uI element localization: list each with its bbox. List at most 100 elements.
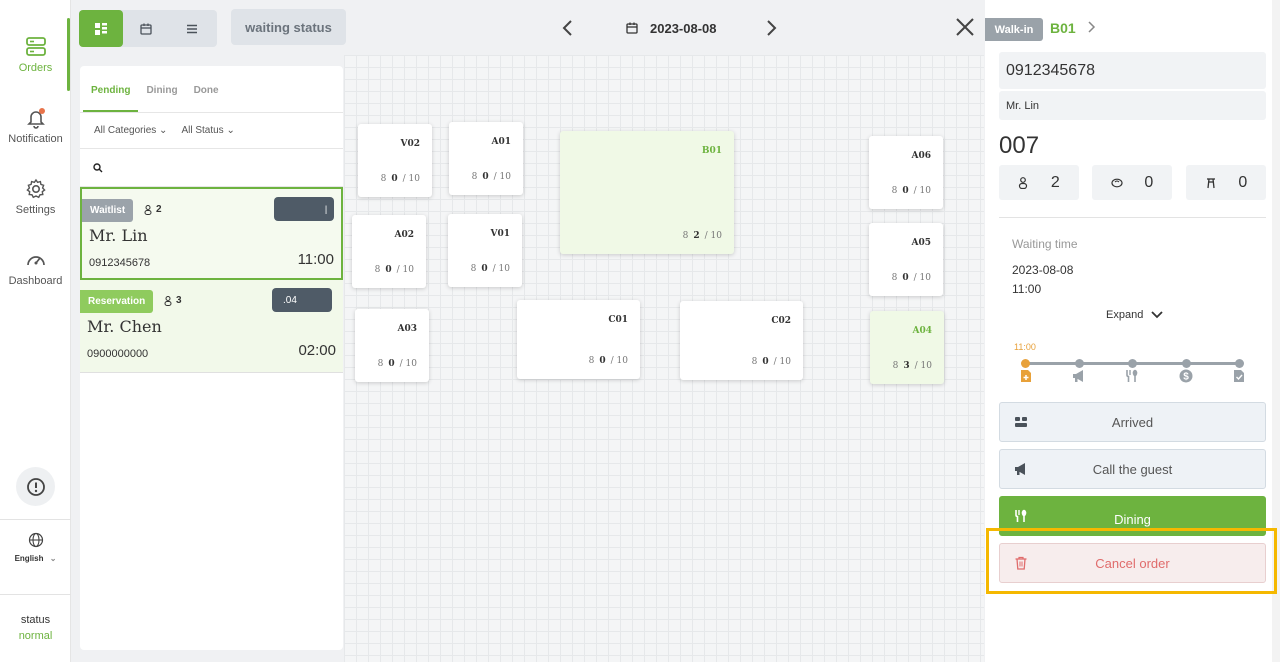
- waiting-time-label: Waiting time: [1012, 237, 1078, 251]
- list-view-button[interactable]: [169, 10, 215, 47]
- table-card[interactable]: V02 8 0 / 10: [358, 124, 432, 197]
- high-chair-counter[interactable]: 0: [1186, 165, 1266, 200]
- cancel-order-highlight: [986, 528, 1277, 594]
- timeline-dot: [1128, 359, 1137, 368]
- order-card[interactable]: Waitlist 2 | Mr. Lin 0912345678 11:00: [80, 187, 343, 280]
- order-status-pill[interactable]: .04: [272, 288, 332, 312]
- floor-view-button[interactable]: [79, 10, 123, 47]
- tab-done[interactable]: Done: [186, 85, 227, 112]
- table-card[interactable]: C02 8 0 / 10: [680, 301, 803, 380]
- calendar-icon: [626, 22, 638, 34]
- calendar-view-button[interactable]: [123, 10, 169, 47]
- phone-field[interactable]: 0912345678: [999, 52, 1266, 89]
- order-list-panel: Pending Dining Done All Categories ⌄ All…: [80, 66, 343, 650]
- arrived-label: Arrived: [1111, 414, 1154, 430]
- alert-button[interactable]: [16, 467, 55, 506]
- chevron-down-icon: ⌄: [49, 554, 57, 563]
- nav-item-settings[interactable]: Settings: [0, 178, 71, 216]
- alert-circle-icon: [26, 477, 45, 496]
- side-nav: Orders Notification Settings Dashboard E…: [0, 0, 71, 662]
- customer-phone: 0900000000: [87, 348, 149, 360]
- gauge-icon: [26, 256, 45, 266]
- status-filter[interactable]: All Status ⌄: [181, 125, 234, 136]
- nav-divider: [0, 594, 71, 595]
- table-card[interactable]: V01 8 0 / 10: [448, 214, 522, 287]
- chevron-left-icon[interactable]: [560, 18, 576, 38]
- table-card[interactable]: A06 8 0 / 10: [869, 136, 943, 209]
- order-time: 02:00: [298, 342, 336, 359]
- call-guest-button[interactable]: Call the guest: [999, 449, 1266, 489]
- timeline-dot: [1021, 359, 1030, 368]
- table-capacity-max: / 10: [492, 264, 510, 274]
- table-card[interactable]: A03 8 0 / 10: [355, 309, 429, 382]
- adult-counter[interactable]: 2: [999, 165, 1079, 200]
- table-capacity-max: / 10: [913, 273, 931, 283]
- table-occupancy: 0: [902, 273, 909, 283]
- table-card[interactable]: A02 8 0 / 10: [352, 215, 426, 288]
- table-capacity: 8 0 / 10: [892, 186, 931, 196]
- group-icon: [1015, 417, 1027, 427]
- table-name: A06: [911, 151, 931, 161]
- person-icon: 8: [682, 231, 689, 241]
- chevron-right-icon[interactable]: [763, 18, 779, 38]
- table-capacity: 8 3 / 10: [893, 361, 932, 371]
- table-occupancy: 0: [482, 172, 489, 182]
- language-selector[interactable]: English ⌄: [0, 532, 71, 563]
- name-field[interactable]: Mr. Lin: [999, 91, 1266, 120]
- arrived-button[interactable]: Arrived: [999, 402, 1266, 442]
- assigned-table[interactable]: B01: [1050, 20, 1096, 36]
- nav-item-dashboard[interactable]: Dashboard: [0, 249, 71, 287]
- table-card[interactable]: A01 8 0 / 10: [449, 122, 523, 195]
- megaphone-icon: [1073, 370, 1083, 382]
- search-input[interactable]: [80, 149, 343, 187]
- table-occupancy: 0: [762, 357, 769, 367]
- timeline-dot: [1075, 359, 1084, 368]
- chevron-down-icon: ⌄: [226, 125, 235, 136]
- table-name: A03: [397, 324, 417, 334]
- person-icon: 8: [891, 186, 898, 196]
- person-icon: 8: [470, 264, 477, 274]
- table-capacity: 8 0 / 10: [892, 273, 931, 283]
- person-icon: 8: [374, 265, 381, 275]
- utensils-icon: [1126, 369, 1138, 382]
- nav-item-orders[interactable]: Orders: [0, 36, 71, 74]
- search-icon: [93, 162, 103, 172]
- chevron-down-icon: [1151, 311, 1163, 319]
- high-chair-icon: [1206, 177, 1215, 188]
- category-filter[interactable]: All Categories ⌄: [94, 125, 167, 136]
- person-icon: [144, 204, 152, 215]
- dining-label: Dining: [1114, 511, 1151, 527]
- guest-count-value: 2: [156, 204, 162, 215]
- assigned-table-label: B01: [1050, 20, 1076, 36]
- close-icon[interactable]: [953, 15, 977, 39]
- table-card[interactable]: A04 8 3 / 10: [870, 311, 944, 384]
- person-icon: [164, 295, 172, 306]
- divider: [999, 217, 1266, 218]
- globe-icon: [28, 532, 43, 548]
- waiting-datetime: 2023-08-08 11:00: [1012, 261, 1073, 299]
- table-name: A02: [394, 230, 414, 240]
- table-capacity-max: / 10: [914, 361, 932, 371]
- child-counter[interactable]: 0: [1092, 165, 1172, 200]
- order-card[interactable]: Reservation 3 .04 Mr. Chen 0900000000 02…: [80, 280, 343, 373]
- expand-toggle[interactable]: Expand: [1106, 309, 1163, 321]
- table-capacity: 8 0 / 10: [589, 356, 628, 366]
- table-card[interactable]: C01 8 0 / 10: [517, 300, 640, 379]
- order-type-badge: Reservation: [80, 290, 154, 313]
- grid-layout-icon: [95, 22, 107, 35]
- current-date[interactable]: 2023-08-08: [650, 21, 717, 36]
- tab-dining[interactable]: Dining: [138, 85, 185, 112]
- table-capacity-max: / 10: [913, 186, 931, 196]
- guest-count: 3: [164, 295, 182, 306]
- dollar-coin-icon: $: [1179, 369, 1193, 383]
- order-status-pill[interactable]: |: [274, 197, 334, 221]
- table-name: A01: [491, 137, 511, 147]
- tab-pending[interactable]: Pending: [83, 85, 139, 112]
- nav-item-notification[interactable]: Notification: [0, 107, 71, 145]
- waiting-status-button[interactable]: waiting status: [231, 9, 346, 45]
- person-icon: 8: [380, 174, 387, 184]
- timeline-time: 11:00: [1014, 342, 1036, 352]
- table-card[interactable]: A05 8 0 / 10: [869, 223, 943, 296]
- table-card[interactable]: B01 8 2 / 10: [560, 131, 734, 254]
- customer-name: Mr. Chen: [87, 317, 162, 336]
